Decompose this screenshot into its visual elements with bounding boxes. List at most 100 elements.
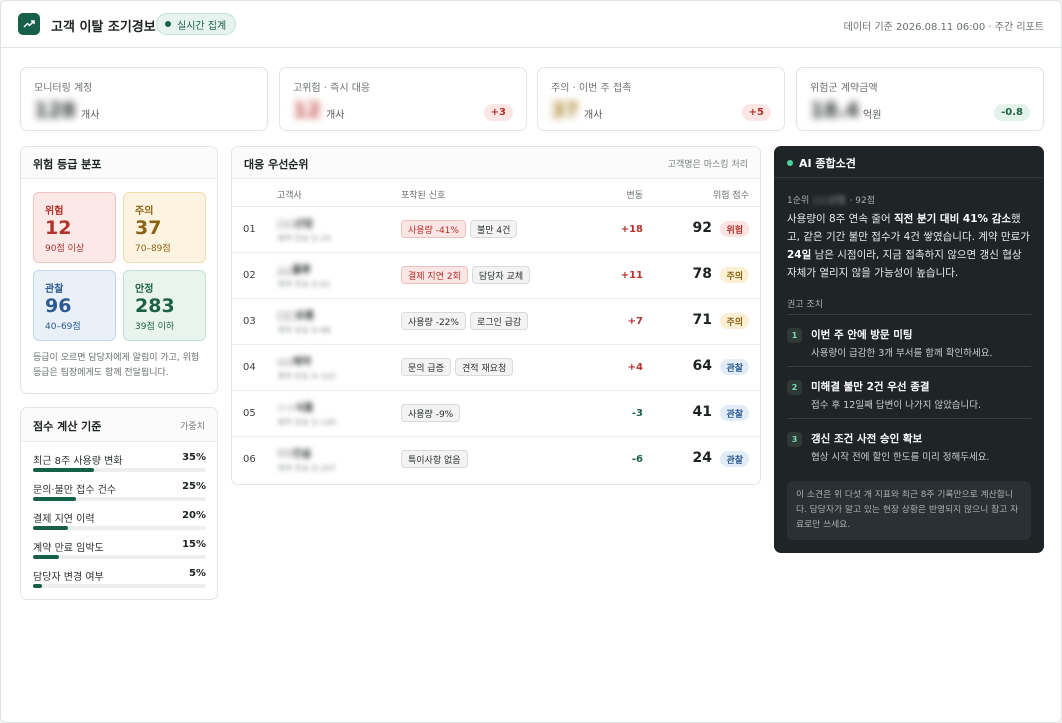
- company-meta: 계약 만료 D-24: [277, 234, 331, 243]
- signal-list: 결제 지연 2회 담당자 교체: [401, 266, 531, 284]
- signal-chip: 견적 재요청: [454, 358, 514, 376]
- grade-badge: 주의: [720, 267, 749, 283]
- score-weights-panel: 점수 계산 기준 가중치 최근 8주 사용량 변화 35% 문의·불만 접수 건…: [20, 407, 218, 600]
- grade-count: 96: [45, 295, 72, 317]
- signal-chip: 로그인 급감: [469, 312, 529, 330]
- weight-label: 결제 지연 이력: [33, 514, 95, 525]
- summary-highlight: 직전 분기 대비 41% 감소: [893, 213, 1012, 225]
- panel-aside: 고객명은 마스킹 처리: [667, 160, 748, 170]
- action-number: 3: [787, 432, 802, 447]
- weight-row: 결제 지연 이력 20%: [33, 510, 206, 534]
- score-change: -3: [631, 408, 643, 419]
- column-header-company[interactable]: 고객사: [277, 188, 302, 201]
- row-rank: 06: [243, 454, 256, 465]
- kpi-unit: 개사: [81, 110, 100, 121]
- column-header-change[interactable]: 변동: [626, 188, 643, 201]
- score-change: -6: [631, 454, 643, 465]
- company-name: ◇◇제약: [277, 357, 311, 368]
- grade-name: 주의: [135, 206, 154, 217]
- weight-track: [33, 555, 206, 559]
- risk-score: 92: [692, 220, 712, 236]
- table-row[interactable]: 01 ○○산업 계약 만료 D-24 사용량 -41% 불만 4건 +18 92 위험: [232, 207, 760, 253]
- panel-aside: 가중치: [180, 422, 205, 432]
- weight-percent: 25%: [182, 481, 206, 492]
- risk-score: 71: [692, 312, 712, 328]
- table-row[interactable]: 02 △△물류 계약 만료 D-61 결제 지연 2회 담당자 교체 +11 78 주의: [232, 253, 760, 299]
- kpi-label: 고위험 · 즉시 대응: [293, 83, 371, 94]
- action-desc: 사용량이 급감한 3개 부서를 함께 확인하세요.: [811, 348, 993, 359]
- grade-name: 위험: [45, 206, 64, 217]
- company-name: ○○산업: [277, 219, 313, 230]
- row-rank: 03: [243, 316, 256, 327]
- grade-range: 39점 이하: [135, 322, 175, 332]
- action-desc: 협상 시작 전에 할인 한도를 미리 정해두세요.: [811, 452, 990, 463]
- grade-range: 90점 이상: [45, 244, 85, 254]
- action-item[interactable]: 1 이번 주 안에 방문 미팅 사용량이 급감한 3개 부서를 함께 확인하세요…: [787, 314, 1031, 366]
- grade-badge: 주의: [720, 313, 749, 329]
- kpi-unit: 개사: [584, 110, 603, 121]
- row-rank: 04: [243, 362, 256, 373]
- grade-tile-stable[interactable]: 안정 283 39점 이하: [123, 270, 206, 341]
- dashboard-frame: 고객 이탈 조기경보 실시간 집계 데이터 기준 2026.08.11 06:0…: [0, 0, 1062, 723]
- panel-header: 대응 우선순위 고객명은 마스킹 처리: [232, 147, 760, 179]
- risk-score: 41: [692, 404, 712, 420]
- table-row[interactable]: 05 ☆☆식품 계약 만료 D-140 사용량 -9% -3 41 관찰: [232, 391, 760, 437]
- signal-chip: 사용량 -22%: [401, 312, 466, 330]
- signal-list: 특이사항 없음: [401, 450, 468, 468]
- company-meta: 계약 만료 D-207: [277, 464, 336, 473]
- weight-row: 최근 8주 사용량 변화 35%: [33, 452, 206, 476]
- weight-bar: [33, 584, 42, 588]
- priority-table-panel: 대응 우선순위 고객명은 마스킹 처리 고객사 포착된 신호 변동 위험 점수 …: [231, 146, 761, 485]
- summary-part: 사용량이 8주 연속 줄어: [787, 213, 894, 225]
- ai-target-rank: 1순위: [787, 196, 810, 206]
- grade-badge: 관찰: [720, 359, 749, 375]
- ai-target-score: · 92점: [849, 196, 876, 206]
- panel-title: AI 종합소견: [799, 157, 856, 170]
- table-row[interactable]: 06 ▽▽건설 계약 만료 D-207 특이사항 없음 -6 24 관찰: [232, 437, 760, 483]
- live-dot-icon: [165, 21, 171, 27]
- grade-count: 37: [135, 217, 162, 239]
- action-item[interactable]: 2 미해결 불만 2건 우선 종결 접수 후 12일째 답변이 나가지 않았습니…: [787, 366, 1031, 418]
- grade-tile-caution[interactable]: 주의 37 70–89점: [123, 192, 206, 263]
- action-title: 갱신 조건 사전 승인 확보: [811, 433, 923, 445]
- weight-percent: 35%: [182, 452, 206, 463]
- column-header-signals[interactable]: 포착된 신호: [401, 188, 445, 201]
- kpi-label: 위험군 계약금액: [810, 83, 878, 94]
- grade-name: 안정: [135, 284, 154, 295]
- summary-highlight: 24일: [787, 249, 812, 261]
- kpi-high-risk: 고위험 · 즉시 대응 12 개사 +3: [279, 67, 527, 131]
- weight-label: 문의·불만 접수 건수: [33, 485, 117, 496]
- kpi-delta-badge: -0.8: [994, 104, 1030, 121]
- panel-header: 점수 계산 기준 가중치: [21, 408, 217, 442]
- company-meta: 계약 만료 D-61: [277, 280, 331, 289]
- signal-chip: 불만 4건: [469, 220, 518, 238]
- live-badge: 실시간 집계: [156, 13, 237, 35]
- action-number: 2: [787, 380, 802, 395]
- company-meta: 계약 만료 D-88: [277, 326, 331, 335]
- weight-percent: 5%: [189, 568, 206, 579]
- weight-percent: 20%: [182, 510, 206, 521]
- status-dot-icon: [787, 160, 793, 166]
- panel-title: 대응 우선순위: [244, 158, 309, 171]
- panel-title: 위험 등급 분포: [33, 158, 102, 171]
- column-header-score[interactable]: 위험 점수: [713, 188, 749, 201]
- kpi-risk-contract-amount: 위험군 계약금액 18.4 억원 -0.8: [796, 67, 1044, 131]
- company-name: △△물류: [277, 265, 311, 276]
- table-row[interactable]: 04 ◇◇제약 계약 만료 D-102 문의 급증 견적 재요청 +4 64 관찰: [232, 345, 760, 391]
- weight-track: [33, 468, 206, 472]
- data-timestamp: 데이터 기준 2026.08.11 06:00 · 주간 리포트: [843, 22, 1044, 33]
- kpi-value: 128: [34, 98, 76, 122]
- signal-chip: 사용량 -9%: [401, 404, 461, 422]
- weight-track: [33, 497, 206, 501]
- grade-range: 70–89점: [135, 244, 171, 254]
- weight-bar: [33, 468, 94, 472]
- grade-badge: 관찰: [720, 451, 749, 467]
- kpi-value: 18.4: [810, 98, 860, 122]
- table-row[interactable]: 03 □□유통 계약 만료 D-88 사용량 -22% 로그인 급감 +7 71 주의: [232, 299, 760, 345]
- action-item[interactable]: 3 갱신 조건 사전 승인 확보 협상 시작 전에 할인 한도를 미리 정해두세…: [787, 418, 1031, 470]
- trend-up-icon: [18, 13, 40, 35]
- weight-bar: [33, 497, 77, 501]
- grade-tile-watch[interactable]: 관찰 96 40–69점: [33, 270, 116, 341]
- grade-tile-danger[interactable]: 위험 12 90점 이상: [33, 192, 116, 263]
- kpi-unit: 개사: [326, 110, 345, 121]
